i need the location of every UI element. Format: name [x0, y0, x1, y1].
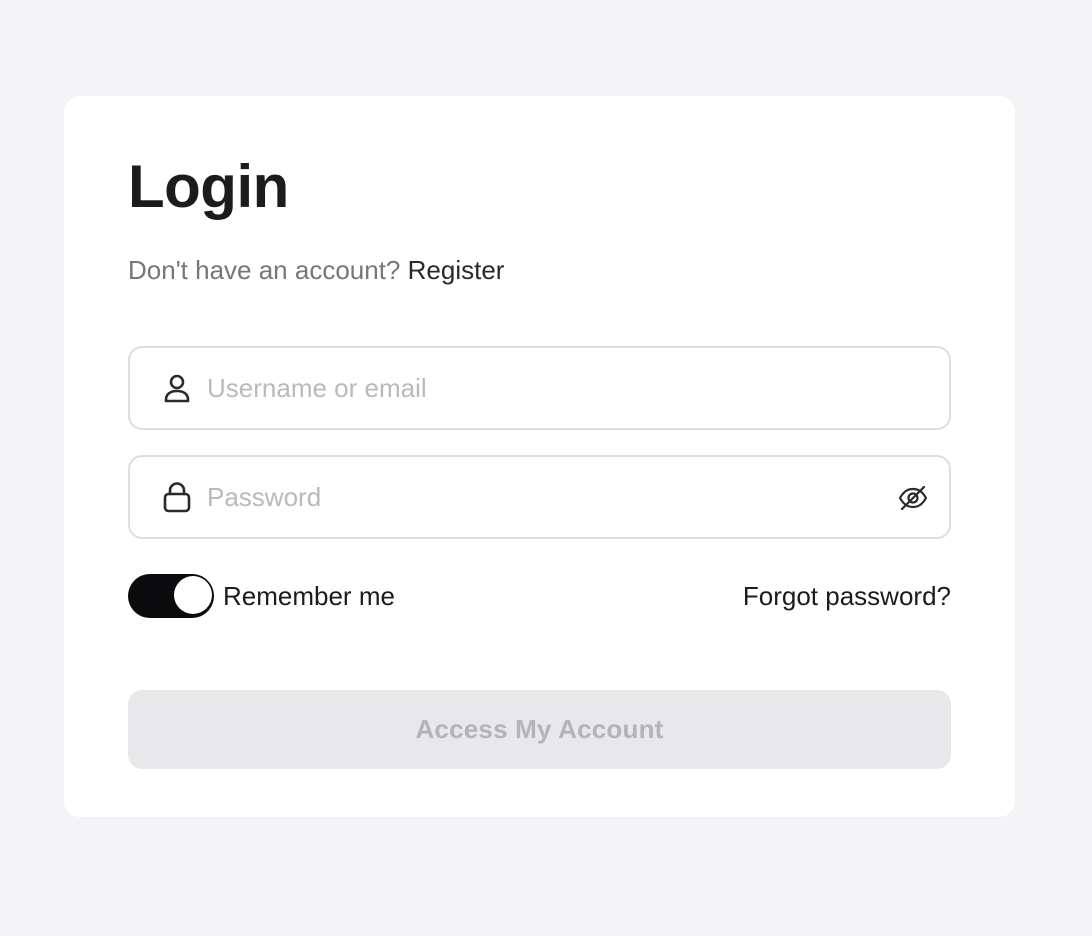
- username-input[interactable]: [207, 348, 887, 428]
- forgot-password-link[interactable]: Forgot password?: [743, 578, 951, 614]
- password-field[interactable]: [128, 455, 951, 539]
- remember-me[interactable]: Remember me: [128, 574, 395, 618]
- password-input[interactable]: [207, 457, 887, 537]
- remember-me-toggle[interactable]: [128, 574, 214, 618]
- page-title: Login: [128, 153, 289, 220]
- eye-off-icon[interactable]: [897, 482, 929, 514]
- access-account-button[interactable]: Access My Account: [128, 690, 951, 769]
- login-card: Login Don't have an account? Register Us…: [64, 96, 1015, 817]
- register-prompt: Don't have an account? Register: [128, 253, 504, 287]
- user-icon: [160, 371, 194, 405]
- lock-icon: [160, 480, 194, 514]
- remember-me-label: Remember me: [223, 580, 395, 611]
- register-link[interactable]: Register: [408, 255, 505, 285]
- register-prompt-text: Don't have an account?: [128, 255, 401, 285]
- toggle-knob: [174, 576, 212, 614]
- username-field[interactable]: [128, 346, 951, 430]
